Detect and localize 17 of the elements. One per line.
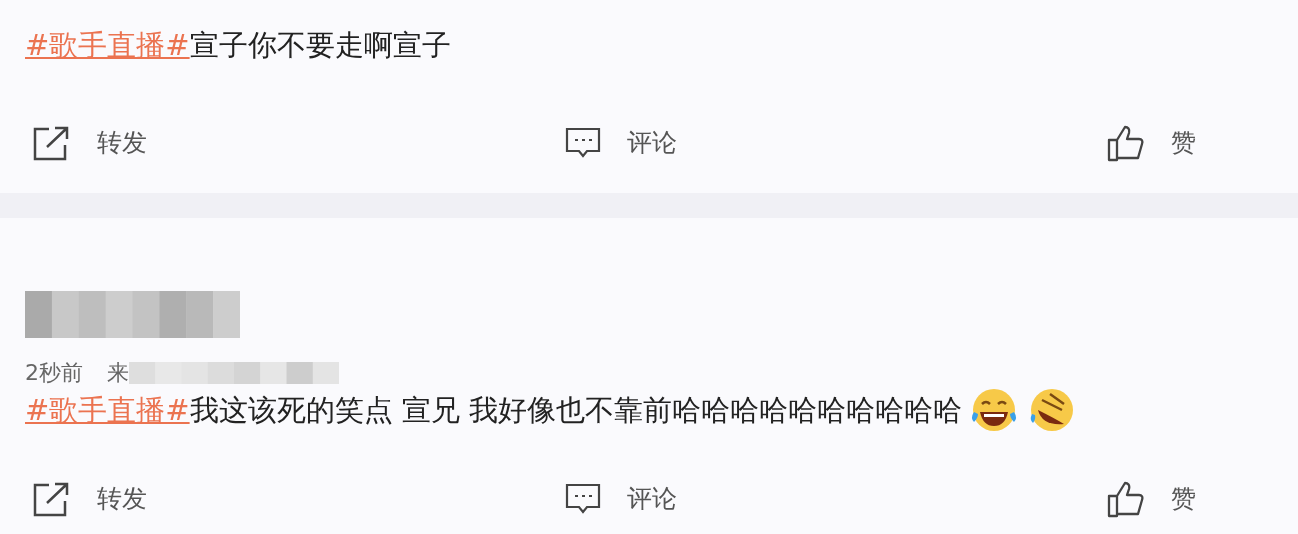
post-source: 来	[107, 361, 129, 385]
share-icon	[33, 480, 71, 517]
like-button[interactable]: 赞	[1107, 480, 1298, 518]
repost-button[interactable]: 转发	[33, 480, 565, 518]
thumbs-up-icon	[1107, 124, 1145, 162]
like-button[interactable]: 赞	[1107, 124, 1298, 162]
post-text: 宣子你不要走啊宣子	[189, 27, 451, 64]
thumbs-up-icon	[1107, 480, 1145, 518]
share-icon	[33, 125, 71, 161]
comment-button[interactable]: 评论	[565, 124, 1107, 162]
comment-button[interactable]: 评论	[565, 480, 1107, 518]
comment-icon	[565, 126, 601, 160]
post-time: 2秒前	[25, 361, 83, 385]
post-text: 我这该死的笑点 宣兄 我好像也不靠前哈哈哈哈哈哈哈哈哈哈	[189, 392, 963, 429]
comment-icon	[565, 481, 601, 516]
repost-button[interactable]: 转发	[33, 124, 565, 162]
laughing-emoji-icon	[970, 386, 1019, 434]
